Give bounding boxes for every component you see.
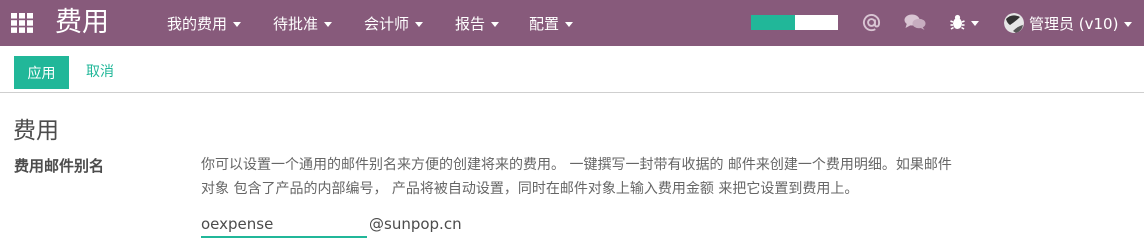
caret-down-icon xyxy=(565,21,574,27)
alias-input[interactable] xyxy=(201,212,367,238)
menu-label: 报告 xyxy=(455,14,486,33)
menu-accountant[interactable]: 会计师 xyxy=(364,0,424,46)
section-title: 费用 xyxy=(13,118,59,144)
at-icon[interactable] xyxy=(862,11,881,33)
caret-down-icon xyxy=(491,21,500,27)
help-text-line: 你可以设置一个通用的邮件别名来方便的创建将来的费用。 一键撰写一封带有收据的 邮… xyxy=(201,157,952,173)
progress-bar xyxy=(751,15,838,30)
app-brand-title: 费用 xyxy=(55,7,109,38)
menu-reports[interactable]: 报告 xyxy=(455,0,500,46)
cancel-button[interactable]: 取消 xyxy=(78,56,122,89)
menu-label: 会计师 xyxy=(364,14,410,33)
menu-label: 待批准 xyxy=(273,14,319,33)
help-text-line: 对象 包含了产品的内部编号， 产品将被自动设置，同时在邮件对象上输入费用金额 来… xyxy=(201,181,859,197)
menu-label: 我的费用 xyxy=(167,14,228,33)
progress-fill xyxy=(751,15,795,30)
menu-my-expenses[interactable]: 我的费用 xyxy=(167,0,242,46)
caret-down-icon xyxy=(971,20,979,26)
caret-down-icon xyxy=(233,21,242,27)
caret-down-icon xyxy=(1124,21,1133,27)
chat-icon[interactable] xyxy=(904,11,926,33)
divider xyxy=(0,92,1144,93)
user-name: 管理员 (v10) xyxy=(1029,14,1119,33)
expense-alias-label: 费用邮件别名 xyxy=(14,157,105,175)
apply-button[interactable]: 应用 xyxy=(14,56,69,89)
caret-down-icon xyxy=(324,21,333,27)
menu-label: 配置 xyxy=(529,14,560,33)
top-navbar: 费用 我的费用 待批准 会计师 报告 配置 管理员 (v10) xyxy=(0,0,1144,46)
caret-down-icon xyxy=(415,21,424,27)
alias-domain: @sunpop.cn xyxy=(369,215,462,233)
menu-to-approve[interactable]: 待批准 xyxy=(273,0,333,46)
avatar xyxy=(1004,13,1024,33)
help-text: 你可以设置一个通用的邮件别名来方便的创建将来的费用。 一键撰写一封带有收据的 邮… xyxy=(201,153,1081,201)
bug-icon[interactable] xyxy=(950,11,979,33)
user-menu[interactable]: 管理员 (v10) xyxy=(1004,0,1133,46)
menu-configuration[interactable]: 配置 xyxy=(529,0,574,46)
apps-grid-icon[interactable] xyxy=(11,13,33,33)
